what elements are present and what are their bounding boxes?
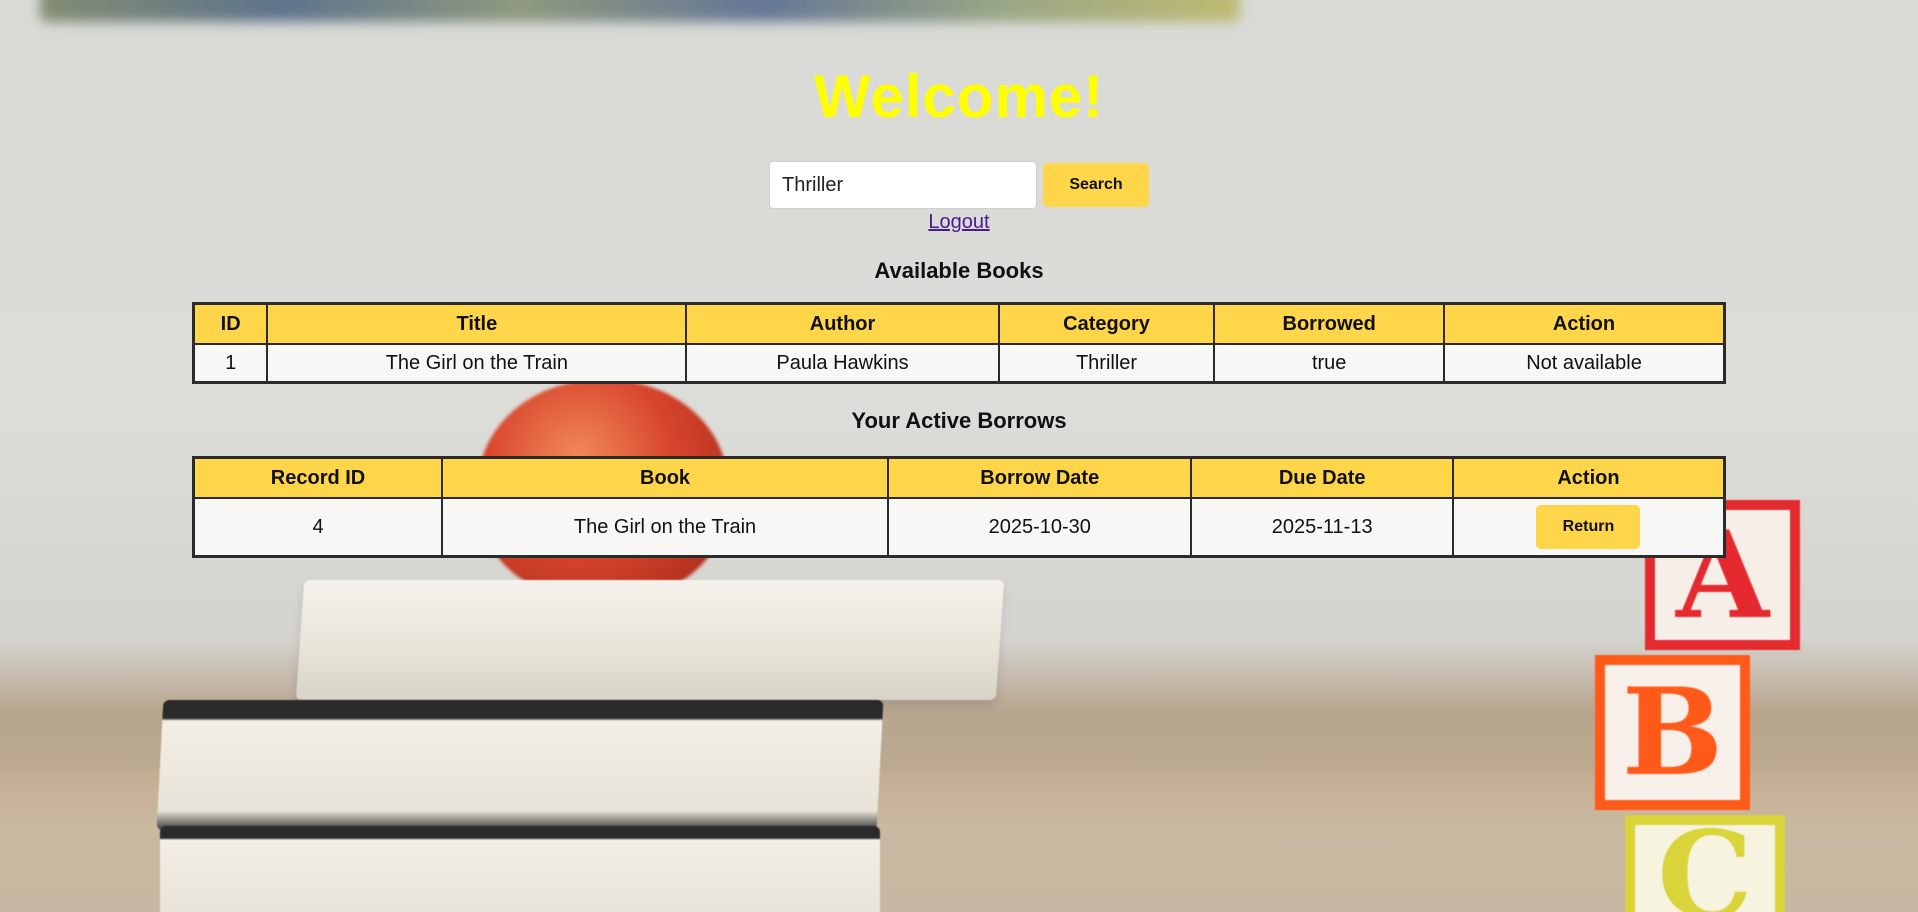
active-borrows-table: Record ID Book Borrow Date Due Date Acti… [192,456,1726,558]
column-header-due-date: Due Date [1190,456,1454,499]
return-button[interactable]: Return [1536,505,1641,549]
column-header-id: ID [192,302,269,345]
column-header-book: Book [441,456,890,499]
column-header-action: Action [1443,302,1726,345]
cell-author: Paula Hawkins [685,343,1000,384]
cell-action: Return [1451,497,1726,558]
column-header-category: Category [997,302,1216,345]
table-header-row: Record ID Book Borrow Date Due Date Acti… [192,456,1726,499]
page-title: Welcome! [813,63,1105,130]
column-header-record-id: Record ID [192,456,444,499]
table-row: 4 The Girl on the Train 2025-10-30 2025-… [192,497,1726,558]
cell-id: 1 [192,343,269,384]
active-borrows-heading: Your Active Borrows [851,408,1067,433]
cell-book: The Girl on the Train [441,497,890,558]
cell-title: The Girl on the Train [266,343,688,384]
cell-category: Thriller [997,343,1216,384]
search-button[interactable]: Search [1043,163,1149,207]
available-books-heading: Available Books [874,258,1044,283]
main-content: Welcome! Search Logout Available Books I… [0,0,1918,912]
column-header-action: Action [1451,456,1726,499]
search-input[interactable] [769,161,1037,209]
search-bar: Search [769,161,1149,209]
column-header-borrow-date: Borrow Date [887,456,1193,499]
cell-borrowed: true [1213,343,1445,384]
column-header-borrowed: Borrowed [1213,302,1445,345]
column-header-title: Title [266,302,688,345]
cell-due-date: 2025-11-13 [1190,497,1454,558]
cell-borrow-date: 2025-10-30 [887,497,1193,558]
cell-record-id: 4 [192,497,444,558]
table-header-row: ID Title Author Category Borrowed Action [192,302,1726,345]
logout-link[interactable]: Logout [928,211,989,234]
column-header-author: Author [685,302,1000,345]
table-row: 1 The Girl on the Train Paula Hawkins Th… [192,343,1726,384]
available-books-table: ID Title Author Category Borrowed Action… [192,302,1726,384]
cell-action-status: Not available [1443,343,1726,384]
